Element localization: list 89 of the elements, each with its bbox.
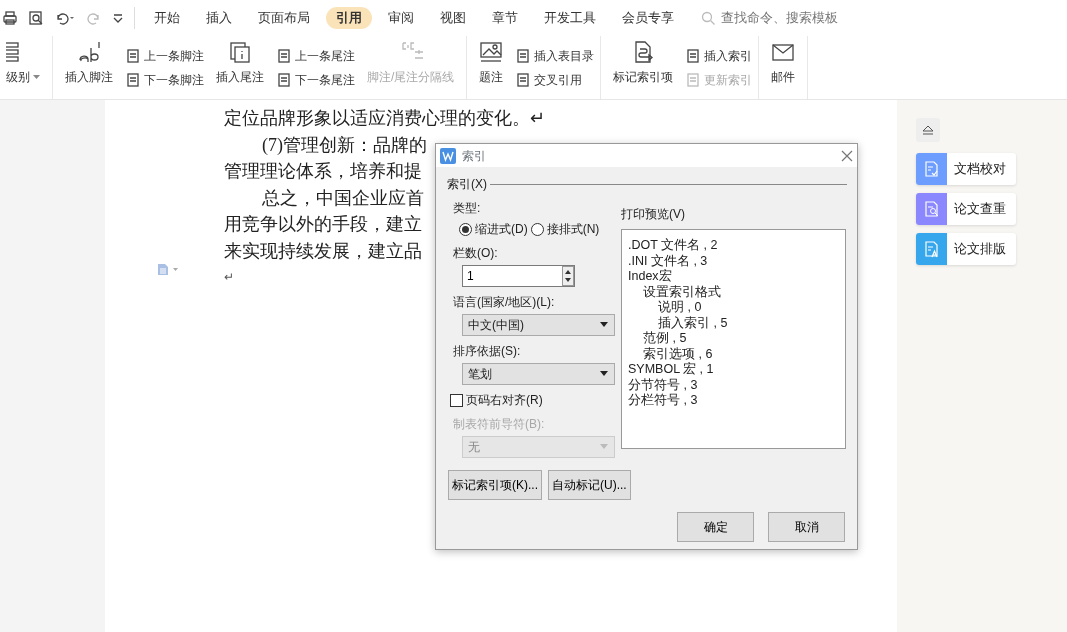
ribbon-tab[interactable]: 审阅 <box>378 6 424 30</box>
preview-entry: 分节符号 , 3 <box>628 377 699 393</box>
app-logo-icon <box>440 147 456 164</box>
ribbon-tab[interactable]: 页面布局 <box>248 6 320 30</box>
document-check-icon <box>922 160 941 178</box>
footnote-icon <box>77 40 101 64</box>
ribbon-tab[interactable]: 插入 <box>196 6 242 30</box>
ribbon-tab[interactable]: 开始 <box>144 6 190 30</box>
field-label: 语言(国家/地区)(L): <box>453 294 556 311</box>
ok-button[interactable]: 确定 <box>677 512 754 542</box>
preview-entry: 插入索引 , 5 <box>658 315 729 331</box>
ribbon-button[interactable]: 插入脚注 <box>59 36 119 99</box>
document-text: 定位品牌形象以适应消费心理的变化。↵ <box>224 107 545 130</box>
spin-arrows-icon <box>562 266 574 286</box>
side-panel-button[interactable]: 论文排版 <box>916 233 1016 265</box>
dialog-title: 索引 <box>462 147 487 165</box>
field-label: 排序依据(S): <box>453 343 522 360</box>
preview-entry: 索引选项 , 6 <box>643 346 714 362</box>
document-icon <box>515 47 532 64</box>
ribbon-tab[interactable]: 章节 <box>482 6 528 30</box>
ribbon-button[interactable]: 标记索引项 <box>607 36 680 99</box>
ribbon-button[interactable]: 交叉引用 <box>515 70 595 89</box>
document-icon <box>685 71 702 88</box>
checkbox-option[interactable]: 页码右对齐(R) <box>450 391 615 409</box>
document-text: (7)管理创新：品牌的 <box>261 133 427 157</box>
ribbon-button[interactable]: 插入索引 <box>685 46 753 65</box>
print-icon[interactable] <box>2 10 18 26</box>
picture-frame-icon <box>479 40 504 64</box>
preview-entry: .DOT 文件名 , 2 <box>628 238 719 254</box>
section-label: 索引(X) <box>447 176 487 193</box>
eject-icon <box>922 125 934 135</box>
ribbon-tab[interactable]: 会员专享 <box>612 6 684 30</box>
document-icon <box>125 71 141 88</box>
ribbon-button[interactable]: 邮件 <box>765 36 802 99</box>
ribbon-tab[interactable]: 开发工具 <box>534 6 606 30</box>
ribbon-tab[interactable]: 引用 <box>326 6 372 30</box>
preview-entry: .INI 文件名 , 3 <box>628 253 709 269</box>
field-label: 栏数(O): <box>453 245 499 262</box>
dropdown-field[interactable]: 中文(中国) <box>462 314 615 336</box>
ribbon-button[interactable]: 级别 <box>0 36 46 99</box>
endnote-icon <box>228 40 252 64</box>
dropdown-arrow-icon <box>599 371 609 377</box>
preview-entry: 说明 , 0 <box>658 300 703 316</box>
document-text: 用竞争以外的手段，建立 <box>224 213 422 236</box>
document-search-icon <box>922 200 941 218</box>
document-icon <box>276 71 292 88</box>
document-text: 总之，中国企业应首 <box>261 186 424 210</box>
dropdown-field[interactable]: 笔划 <box>462 363 615 385</box>
spin-field[interactable]: 1 <box>462 265 575 287</box>
document-text: 来实现持续发展，建立品 <box>224 239 422 263</box>
preview-entry: 范例 , 5 <box>643 331 688 347</box>
dialog-button[interactable]: 自动标记(U)... <box>548 470 631 500</box>
search-field[interactable]: 查找命令、搜索模板 <box>719 7 869 29</box>
document-text: ↵ <box>224 269 234 286</box>
ribbon-button[interactable]: 题注 <box>473 36 510 99</box>
collapse-button[interactable] <box>916 118 940 142</box>
field-label: 制表符前导符(B): <box>453 416 546 433</box>
ribbon-button[interactable]: 上一条脚注 <box>125 46 204 65</box>
preview-entry: SYMBOL 宏 , 1 <box>628 362 715 378</box>
field-label: 打印预览(V) <box>621 206 686 223</box>
caret-icon <box>33 74 40 80</box>
side-panel-button[interactable]: 论文查重 <box>916 193 1016 225</box>
close-icon[interactable] <box>841 149 853 162</box>
ribbon-tab[interactable]: 视图 <box>430 6 476 30</box>
field-label: 类型: <box>453 200 482 217</box>
dropdown-arrow-icon <box>599 322 609 328</box>
print-preview-icon[interactable] <box>28 10 44 26</box>
cancel-button[interactable]: 取消 <box>768 512 845 542</box>
ribbon-button[interactable]: 插入尾注 <box>210 36 270 99</box>
document-icon <box>515 71 532 88</box>
dropdown-arrow-icon <box>599 444 609 450</box>
preview-entry: 分栏符号 , 3 <box>628 393 699 409</box>
document-format-icon <box>922 240 941 258</box>
document-icon <box>125 47 141 64</box>
document-icon <box>276 47 292 64</box>
document-icon <box>685 47 702 64</box>
ribbon-button[interactable]: 插入表目录 <box>515 46 595 65</box>
ribbon-button[interactable]: 上一条尾注 <box>276 46 355 65</box>
side-panel-button[interactable]: 文档校对 <box>916 153 1016 185</box>
radio-option[interactable]: 接排式(N) <box>530 220 600 238</box>
ribbon-button[interactable]: 下一条尾注 <box>276 70 355 89</box>
preview-entry: 设置索引格式 <box>643 284 722 300</box>
undo-icon[interactable] <box>54 10 76 26</box>
radio-option[interactable]: 缩进式(D) <box>459 220 528 238</box>
document-text: 管理理论体系，培养和提 <box>224 160 422 183</box>
level-icon <box>6 40 20 64</box>
ribbon-button[interactable]: 下一条脚注 <box>125 70 204 89</box>
preview-entry: Index宏 <box>628 269 673 285</box>
dialog-button[interactable]: 标记索引项(K)... <box>448 470 542 500</box>
